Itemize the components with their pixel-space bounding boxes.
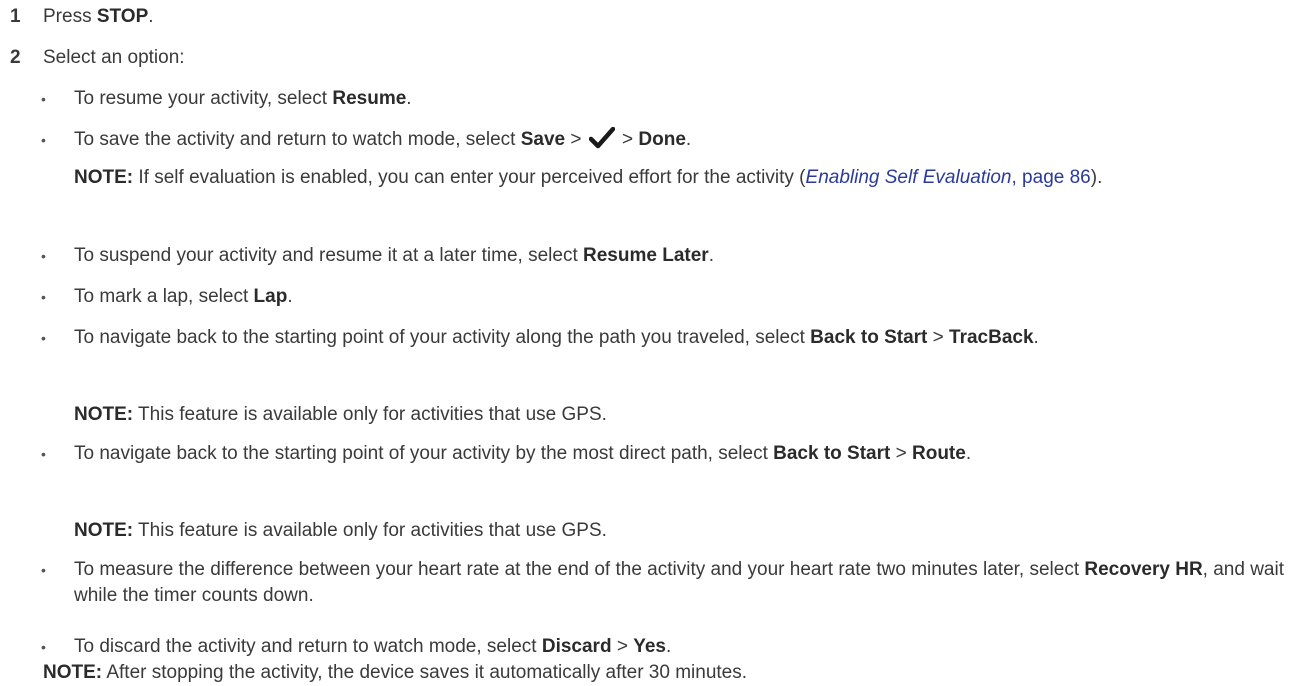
link-page-reference[interactable]: , page 86	[1012, 167, 1091, 188]
note-gps-2: NOTE: This feature is available only for…	[74, 518, 1289, 544]
note-text: This feature is available only for activ…	[133, 404, 607, 425]
option-resume: Resume	[332, 88, 407, 109]
note-auto-save: NOTE: After stopping the activity, the d…	[43, 660, 1293, 686]
bullet-icon: •	[41, 562, 46, 578]
punct: .	[287, 286, 293, 307]
option-route: Route	[912, 443, 966, 464]
option-save: Save	[520, 129, 566, 150]
separator: >	[616, 129, 639, 150]
option-yes: Yes	[633, 636, 666, 657]
list-item-text: To navigate back to the starting point o…	[74, 441, 1296, 467]
bullet-icon: •	[41, 446, 46, 462]
bullet-icon: •	[41, 289, 46, 305]
step-punct: .	[148, 6, 154, 27]
step-2: 2 Select an option:	[10, 45, 185, 71]
punct: .	[685, 129, 692, 150]
option-back-to-start: Back to Start	[810, 327, 928, 348]
note-text: This feature is available only for activ…	[133, 520, 607, 541]
step-number: 1	[10, 6, 21, 27]
separator: >	[890, 443, 912, 464]
list-item-text: To save the activity and return to watch…	[74, 127, 1296, 153]
note-label: NOTE:	[74, 404, 134, 425]
punct: .	[665, 636, 672, 657]
punct: .	[1033, 327, 1039, 348]
option-discard: Discard	[541, 636, 612, 657]
punct: .	[708, 245, 714, 266]
checkmark-icon	[588, 127, 615, 149]
note-self-evaluation: NOTE: If self evaluation is enabled, you…	[74, 165, 1289, 191]
step-key-stop: STOP	[96, 6, 149, 27]
bullet-icon: •	[41, 639, 46, 655]
option-lap: Lap	[253, 286, 288, 307]
bullet-icon: •	[41, 132, 46, 148]
text: To navigate back to the starting point o…	[74, 327, 811, 348]
option-done: Done	[638, 129, 686, 150]
step-text: Select an option:	[43, 47, 185, 68]
separator: >	[565, 129, 587, 150]
list-item-text: To mark a lap, select Lap.	[74, 284, 1296, 310]
text: To discard the activity and return to wa…	[74, 636, 542, 657]
list-item-text: To suspend your activity and resume it a…	[74, 243, 1296, 269]
link-enabling-self-evaluation[interactable]: Enabling Self Evaluation	[806, 167, 1012, 188]
bullet-icon: •	[41, 248, 46, 264]
step-1: 1 Press STOP.	[10, 4, 154, 30]
text: To save the activity and return to watch…	[74, 129, 521, 150]
separator: >	[611, 636, 634, 657]
text: To navigate back to the starting point o…	[74, 443, 774, 464]
note-label: NOTE:	[43, 662, 103, 683]
text: To measure the difference between your h…	[74, 559, 1085, 580]
note-label: NOTE:	[74, 167, 134, 188]
list-item-text: To navigate back to the starting point o…	[74, 325, 1296, 351]
text: To resume your activity, select	[74, 88, 333, 109]
punct: .	[965, 443, 972, 464]
note-label: NOTE:	[74, 520, 134, 541]
bullet-icon: •	[41, 91, 46, 107]
punct: ).	[1090, 167, 1103, 188]
bullet-icon: •	[41, 330, 46, 346]
list-item-text: To discard the activity and return to wa…	[74, 634, 1296, 660]
text: To suspend your activity and resume it a…	[74, 245, 584, 266]
note-gps-1: NOTE: This feature is available only for…	[74, 402, 1289, 428]
option-recovery-hr: Recovery HR	[1084, 559, 1203, 580]
list-item-text: To resume your activity, select Resume.	[74, 86, 1296, 112]
note-text: If self evaluation is enabled, you can e…	[133, 167, 806, 188]
step-number: 2	[10, 47, 21, 68]
separator: >	[927, 327, 950, 348]
text: To mark a lap, select	[74, 286, 254, 307]
option-resume-later: Resume Later	[583, 245, 709, 266]
list-item-text: To measure the difference between your h…	[74, 557, 1296, 609]
option-tracback: TracBack	[949, 327, 1034, 348]
punct: .	[406, 88, 412, 109]
option-back-to-start: Back to Start	[773, 443, 891, 464]
note-text: After stopping the activity, the device …	[102, 662, 748, 683]
step-text: Press	[43, 6, 97, 27]
